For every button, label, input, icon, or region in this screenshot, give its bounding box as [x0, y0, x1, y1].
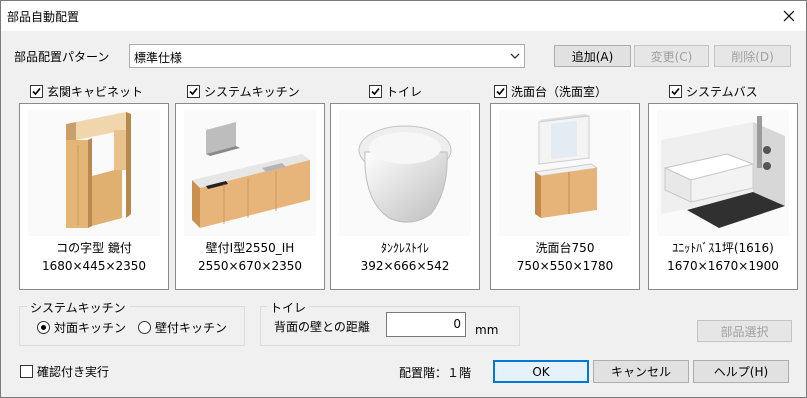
- part-dimensions: 2550×670×2350: [197, 259, 303, 273]
- checkbox-box[interactable]: [187, 85, 200, 98]
- distance-unit: mm: [475, 323, 499, 337]
- part-dimensions: 1680×445×2350: [41, 259, 147, 273]
- checkbox-toilet[interactable]: トイレ: [369, 83, 422, 100]
- part-dimensions: 750×550×1780: [516, 259, 614, 273]
- part-dimensions: 1670×1670×1900: [667, 259, 779, 273]
- checkbox-box[interactable]: [30, 85, 43, 98]
- part-name: ﾕﾆｯﾄﾊﾞｽ1坪(1616): [672, 241, 774, 255]
- checkbox-entrance-cabinet[interactable]: 玄関キャビネット: [30, 83, 143, 100]
- part-name: ﾀﾝｸﾚｽﾄｲﾚ: [380, 241, 429, 255]
- checkbox-box[interactable]: [20, 365, 33, 378]
- part-card-toilet[interactable]: ﾀﾝｸﾚｽﾄｲﾚ 392×666×542: [330, 103, 480, 290]
- window-title: 部品自動配置: [7, 10, 80, 24]
- radio-wall-kitchen[interactable]: 壁付キッチン: [138, 319, 227, 336]
- check-icon: [671, 87, 680, 96]
- distance-label: 背面の壁との距離: [274, 320, 370, 334]
- system-bath-image: [657, 110, 789, 236]
- checkbox-system-kitchen[interactable]: システムキッチン: [187, 83, 300, 100]
- toilet-image: [339, 110, 471, 236]
- pattern-dropdown[interactable]: 標準仕様: [129, 44, 525, 68]
- ok-button[interactable]: OK: [493, 360, 589, 383]
- dialog-window: 部品自動配置 部品配置パターン 標準仕様 追加(A) 変更(C) 削除(D) 玄…: [0, 0, 807, 398]
- radio-label: 壁付キッチン: [155, 321, 228, 335]
- part-dimensions: 392×666×542: [360, 259, 450, 273]
- checkbox-label: トイレ: [386, 85, 423, 99]
- checkbox-label: 洗面台（洗面室）: [511, 85, 608, 99]
- pattern-selected-value: 標準仕様: [134, 51, 183, 65]
- part-card-system-bath[interactable]: ﾕﾆｯﾄﾊﾞｽ1坪(1616) 1670×1670×1900: [648, 103, 798, 290]
- part-card-entrance-cabinet[interactable]: コの字型 鏡付 1680×445×2350: [19, 103, 169, 290]
- part-name: コの字型 鏡付: [56, 241, 132, 255]
- delete-button[interactable]: 削除(D): [714, 45, 791, 67]
- toilet-group-title: トイレ: [267, 299, 310, 316]
- radio-label: 対面キッチン: [54, 321, 127, 335]
- part-card-washbasin[interactable]: 洗面台750 750×550×1780: [490, 103, 640, 290]
- radio-face-kitchen[interactable]: 対面キッチン: [37, 319, 126, 336]
- entrance-cabinet-image: [28, 110, 160, 236]
- floor-label: 配置階：１階: [399, 366, 472, 380]
- checkbox-confirm-run[interactable]: 確認付き実行: [20, 363, 109, 380]
- checkbox-system-bath[interactable]: システムバス: [669, 83, 758, 100]
- checkbox-label: 確認付き実行: [37, 365, 110, 379]
- checkbox-box[interactable]: [494, 85, 507, 98]
- checkbox-box[interactable]: [669, 85, 682, 98]
- kitchen-image: [184, 110, 316, 236]
- chevron-down-icon: [510, 53, 520, 59]
- distance-input[interactable]: 0: [386, 312, 466, 337]
- help-button[interactable]: ヘルプ(H): [693, 360, 789, 383]
- add-button[interactable]: 追加(A): [554, 45, 631, 67]
- close-icon: [783, 10, 795, 22]
- title-bar: 部品自動配置: [1, 1, 806, 31]
- part-name: 壁付I型2550_IH: [205, 241, 295, 255]
- pattern-label: 部品配置パターン: [14, 50, 110, 64]
- check-icon: [189, 87, 198, 96]
- change-button[interactable]: 変更(C): [634, 45, 709, 67]
- radio-button[interactable]: [138, 321, 151, 334]
- check-icon: [32, 87, 41, 96]
- washbasin-image: [499, 110, 631, 236]
- checkbox-label: システムキッチン: [204, 85, 300, 99]
- close-button[interactable]: [772, 1, 806, 31]
- radio-button[interactable]: [37, 321, 50, 334]
- checkbox-box[interactable]: [369, 85, 382, 98]
- part-card-system-kitchen[interactable]: 壁付I型2550_IH 2550×670×2350: [175, 103, 325, 290]
- select-part-button[interactable]: 部品選択: [697, 320, 792, 342]
- check-icon: [496, 87, 505, 96]
- checkbox-label: システムバス: [686, 85, 758, 99]
- check-icon: [371, 87, 380, 96]
- part-name: 洗面台750: [535, 241, 595, 255]
- cancel-button[interactable]: キャンセル: [593, 360, 689, 383]
- checkbox-label: 玄関キャビネット: [47, 85, 144, 99]
- kitchen-group-title: システムキッチン: [27, 299, 129, 316]
- checkbox-washbasin[interactable]: 洗面台（洗面室）: [494, 83, 607, 100]
